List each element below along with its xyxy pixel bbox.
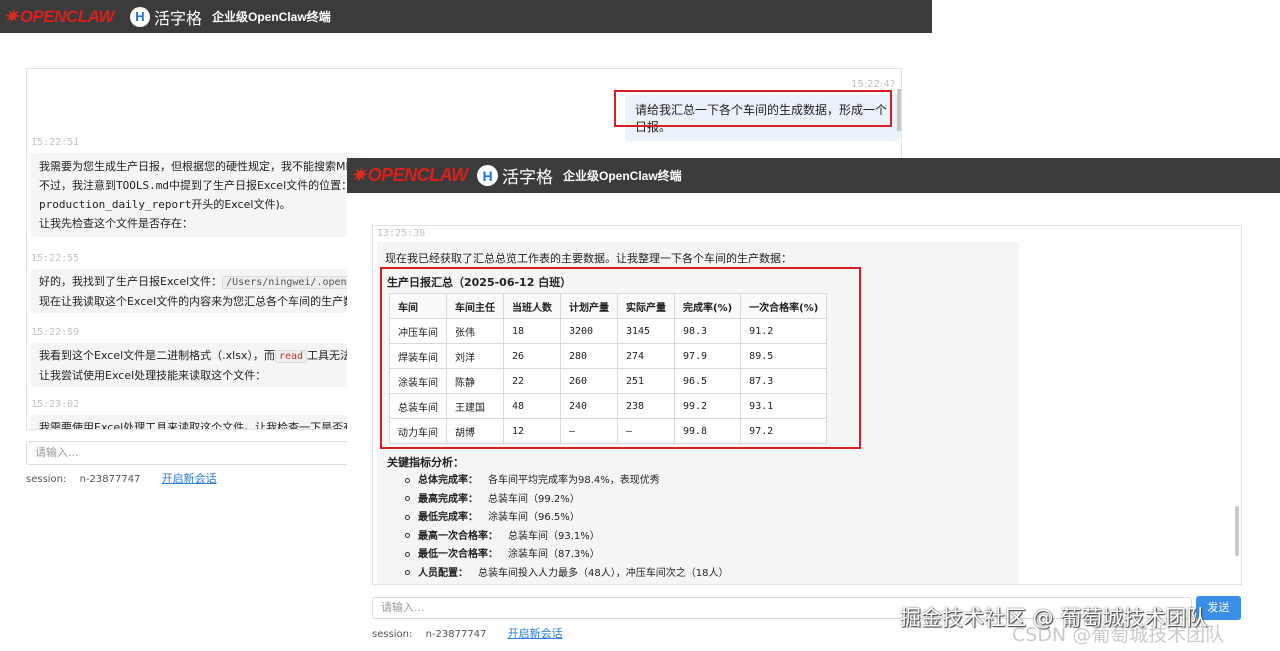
bullet-icon (405, 533, 410, 538)
text: 工具无法 (307, 349, 352, 362)
assistant-message: 我需要使用Excel处理工具来读取这个文件。让我检查一下是否有 (31, 415, 361, 430)
kpi-label: 最高完成率： (418, 493, 478, 505)
text: 我看到这个Excel文件是二进制格式（.xlsx），而 (39, 349, 275, 362)
brand-name: 活字格 (154, 8, 203, 28)
message-line: 我看到这个Excel文件是二进制格式（.xlsx），而 read 工具无法 (39, 346, 353, 366)
message-line: 我需要为您生成生产日报，但根据您的硬性规定，我不能搜索MEMO (39, 160, 371, 173)
inline-code: production_daily_report (39, 198, 192, 211)
list-item: 最高一次合格率： 总装车间（93.1%） (405, 528, 728, 547)
message-timestamp: 15:22:51 (31, 137, 80, 148)
brand-name: 活字格 (502, 168, 553, 188)
openclaw-logo: ✷ OPENCLAW (4, 7, 114, 27)
kpi-label: 总体完成率： (418, 475, 478, 486)
list-item: 人员配置： 总装车间投入人力最多（48人），冲压车间次之（18人） (405, 565, 728, 584)
highlight-box (380, 267, 861, 449)
bullet-icon (405, 477, 410, 483)
message-intro: 现在我已经获取了汇总总览工作表的主要数据。让我整理一下各个车间的生产数据： (385, 252, 792, 265)
bullet-icon (405, 514, 410, 520)
message-timestamp: 13:25:30 (377, 228, 426, 239)
message-line: 我需要使用Excel处理工具来读取这个文件。让我检查一下是否有 (39, 421, 355, 430)
logo-text: OPENCLAW (367, 165, 469, 185)
message-timestamp: 15:22:55 (31, 253, 80, 264)
assistant-message: 我需要为您生成生产日报，但根据您的硬性规定，我不能搜索MEMO 不过，我注意到T… (31, 153, 371, 237)
bullet-icon (405, 551, 410, 557)
kpi-value: 总装车间（99.2%） (488, 493, 580, 505)
session-info: session: n-23877747 开启新会话 (26, 470, 217, 486)
header-bar: ✷ OPENCLAW H 活字格 企业级OpenClaw终端 (0, 0, 932, 33)
message-timestamp: 15:22:4? (851, 79, 895, 90)
kpi-label: 最低完成率： (418, 512, 478, 523)
message-line: 好的，我找到了生产日报Excel文件：/Users/ningwei/.openc… (39, 272, 375, 292)
text: 中提到了生产日报Excel文件的位置： (168, 179, 353, 192)
list-item: 最高完成率： 总装车间（99.2%） (405, 491, 728, 510)
app-title: 企业级OpenClaw终端 (212, 10, 331, 24)
assistant-message: 好的，我找到了生产日报Excel文件：/Users/ningwei/.openc… (31, 269, 375, 313)
kpi-label: 最低一次合格率： (418, 549, 498, 560)
bullet-icon (405, 570, 410, 575)
new-session-link[interactable]: 开启新会话 (508, 627, 563, 640)
front-window: ✷ OPENCLAW H 活字格 企业级OpenClaw终端 13:25:30 … (347, 158, 1280, 651)
crab-icon: ✷ (4, 6, 18, 26)
session-label: session: (26, 474, 67, 485)
message-line: production_daily_report开头的Excel文件)。 (39, 195, 353, 214)
kpi-list: 总体完成率： 各车间平均完成率为98.4%，表现优秀 最高完成率： 总装车间（99.… (405, 472, 728, 583)
app-title: 企业级OpenClaw终端 (563, 169, 682, 183)
csdn-watermark: CSDN @葡萄城技术团队 (1012, 624, 1225, 646)
kpi-value: 总装车间投入人力最多（48人），冲压车间次之（18人） (478, 567, 729, 579)
new-session-link[interactable]: 开启新会话 (162, 472, 217, 485)
highlight-box (614, 90, 892, 127)
message-line: 不过，我注意到TOOLS.md中提到了生产日报Excel文件的位置： (39, 176, 353, 195)
huozige-logo-icon: H (477, 165, 498, 186)
kpi-value: 总装车间（93.1%） (508, 530, 600, 542)
kpi-value: 涂装车间（87.3%） (508, 549, 600, 560)
text: 好的，我找到了生产日报Excel文件： (39, 275, 223, 288)
message-line: 让我先检查这个文件是否存在： (39, 217, 193, 230)
inline-code: read (274, 350, 308, 363)
kpi-label: 最高一次合格率： (418, 530, 498, 542)
message-timestamp: 15:22:59 (31, 327, 80, 338)
logo-text: OPENCLAW (19, 6, 115, 26)
scrollbar-thumb[interactable] (1235, 506, 1239, 556)
text: 不过，我注意到 (39, 179, 116, 192)
session-id: n-23877747 (79, 474, 141, 485)
inline-code: TOOLS.md (116, 179, 169, 192)
kpi-label: 人员配置： (418, 567, 468, 579)
session-info: session: n-23877747 开启新会话 (372, 625, 563, 641)
text: 开头的Excel文件)。 (191, 198, 291, 211)
list-item: 最低一次合格率： 涂装车间（87.3%） (405, 546, 728, 565)
huozige-logo-icon: H (130, 6, 150, 27)
message-timestamp: 15:23:02 (31, 399, 80, 410)
bullet-icon (405, 496, 410, 501)
kpi-value: 各车间平均完成率为98.4%，表现优秀 (488, 475, 660, 486)
scrollbar-thumb[interactable] (897, 89, 901, 131)
session-label: session: (372, 629, 413, 640)
list-item: 最低完成率： 涂装车间（96.5%） (405, 509, 728, 528)
message-line: 现在让我读取这个Excel文件的内容来为您汇总各个车间的生产数据 (39, 295, 366, 308)
crab-icon: ✷ (351, 165, 366, 185)
openclaw-logo: ✷ OPENCLAW (351, 165, 471, 186)
session-id: n-23877747 (425, 629, 487, 640)
message-line: 让我尝试使用Excel处理技能来读取这个文件： (39, 369, 267, 382)
assistant-message: 我看到这个Excel文件是二进制格式（.xlsx），而 read 工具无法 让我尝试… (31, 343, 361, 387)
list-item: 总体完成率： 各车间平均完成率为98.4%，表现优秀 (405, 472, 728, 491)
kpi-title: 关键指标分析： (387, 456, 464, 469)
header-bar: ✷ OPENCLAW H 活字格 企业级OpenClaw终端 (347, 158, 1280, 193)
kpi-value: 涂装车间（96.5%） (488, 512, 580, 523)
